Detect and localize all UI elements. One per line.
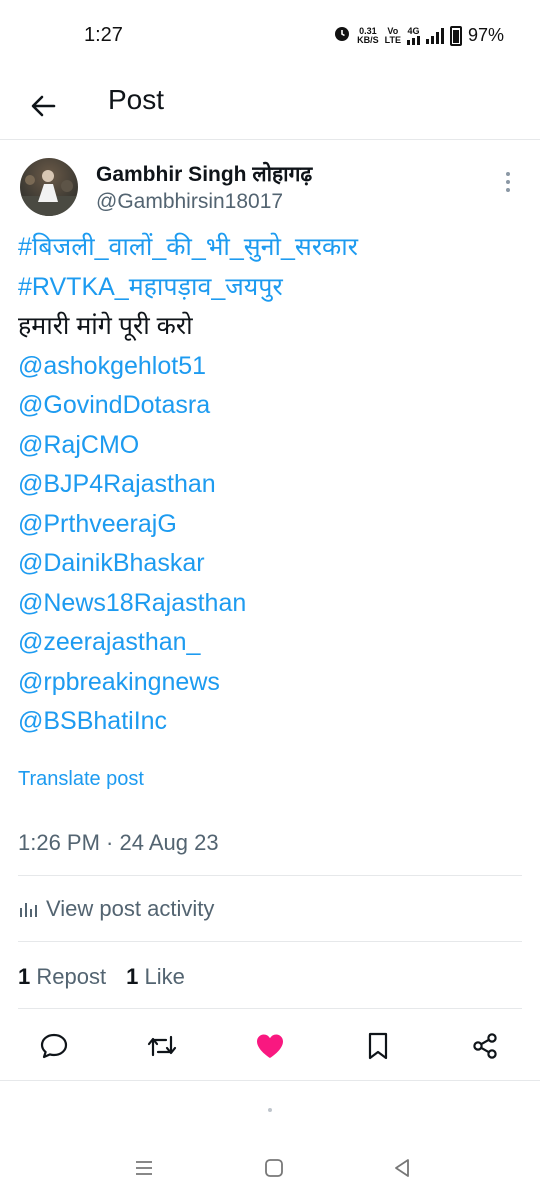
hashtag-link[interactable]: #बिजली_वालों_की_भी_सुनो_सरकार bbox=[18, 228, 518, 268]
divider bbox=[18, 941, 522, 942]
reply-icon bbox=[40, 1033, 68, 1059]
divider bbox=[0, 1080, 540, 1081]
like-stat[interactable]: 1 Like bbox=[126, 964, 185, 990]
analytics-icon bbox=[20, 903, 37, 917]
back-arrow-icon bbox=[31, 95, 56, 117]
mention-link[interactable]: @rpbreakingnews bbox=[18, 663, 518, 703]
system-back-button[interactable] bbox=[388, 1154, 416, 1182]
post-actions bbox=[0, 1026, 540, 1086]
battery-icon bbox=[449, 25, 462, 46]
system-nav-bar bbox=[0, 1140, 540, 1200]
repost-stat[interactable]: 1 Repost bbox=[18, 964, 106, 990]
author-handle[interactable]: @Gambhirsin18017 bbox=[96, 190, 283, 214]
status-icons: 0.31 KB/S Vo LTE 4G 97% bbox=[333, 24, 504, 47]
network-speed: 0.31 KB/S bbox=[357, 25, 379, 45]
status-bar: 1:27 0.31 KB/S Vo LTE 4G 97% bbox=[0, 0, 540, 72]
battery-level: 97% bbox=[467, 25, 504, 45]
mention-link[interactable]: @BJP4Rajasthan bbox=[18, 465, 518, 505]
mention-link[interactable]: @PrthveerajG bbox=[18, 505, 518, 545]
more-icon bbox=[506, 172, 510, 176]
share-button[interactable] bbox=[465, 1026, 505, 1066]
post-timestamp: 1:26 PM · 24 Aug 23 bbox=[18, 830, 219, 855]
network-type: 4G bbox=[406, 26, 420, 45]
repost-icon bbox=[147, 1035, 177, 1057]
author-name[interactable]: Gambhir Singh लोहागढ़ bbox=[96, 160, 312, 188]
page-title: Post bbox=[108, 84, 165, 115]
view-activity-button[interactable]: View post activity bbox=[18, 896, 214, 922]
page-indicator bbox=[268, 1108, 272, 1112]
mention-link[interactable]: @DainikBhaskar bbox=[18, 544, 518, 584]
reply-button[interactable] bbox=[34, 1026, 74, 1066]
post-text-line: हमारी मांगे पूरी करो bbox=[18, 312, 193, 340]
mention-link[interactable]: @News18Rajasthan bbox=[18, 584, 518, 624]
bookmark-icon bbox=[368, 1032, 388, 1060]
share-icon bbox=[473, 1033, 497, 1059]
activity-label: View post activity bbox=[46, 896, 215, 921]
like-button[interactable] bbox=[250, 1026, 290, 1066]
back-button[interactable] bbox=[22, 84, 66, 128]
more-options-button[interactable] bbox=[498, 172, 518, 196]
avatar[interactable] bbox=[20, 158, 78, 216]
repost-button[interactable] bbox=[142, 1026, 182, 1066]
translate-link[interactable]: Translate post bbox=[18, 768, 144, 791]
mention-link[interactable]: @zeerajasthan_ bbox=[18, 623, 518, 663]
header: Post bbox=[0, 72, 540, 140]
mention-link[interactable]: @RajCMO bbox=[18, 426, 518, 466]
signal-icon bbox=[425, 27, 444, 44]
hashtag-link[interactable]: #RVTKA_महापड़ाव_जयपुर bbox=[18, 268, 518, 308]
back-triangle-icon bbox=[395, 1159, 409, 1177]
divider bbox=[18, 875, 522, 876]
volte-indicator: Vo LTE bbox=[384, 25, 401, 45]
status-time: 1:27 bbox=[84, 24, 123, 46]
engagement-stats: 1 Repost 1 Like bbox=[18, 964, 185, 990]
bookmark-button[interactable] bbox=[358, 1026, 398, 1066]
home-icon bbox=[265, 1159, 283, 1177]
mention-link[interactable]: @GovindDotasra bbox=[18, 386, 518, 426]
divider bbox=[18, 1008, 522, 1009]
recent-apps-button[interactable] bbox=[130, 1154, 158, 1182]
mention-link[interactable]: @ashokgehlot51 bbox=[18, 347, 518, 387]
mention-link[interactable]: @BSBhatiInc bbox=[18, 702, 518, 742]
alarm-icon bbox=[333, 24, 351, 47]
post-text: #बिजली_वालों_की_भी_सुनो_सरकार #RVTKA_महा… bbox=[18, 228, 518, 742]
menu-icon bbox=[136, 1161, 152, 1175]
home-button[interactable] bbox=[260, 1154, 288, 1182]
like-icon bbox=[257, 1034, 283, 1058]
